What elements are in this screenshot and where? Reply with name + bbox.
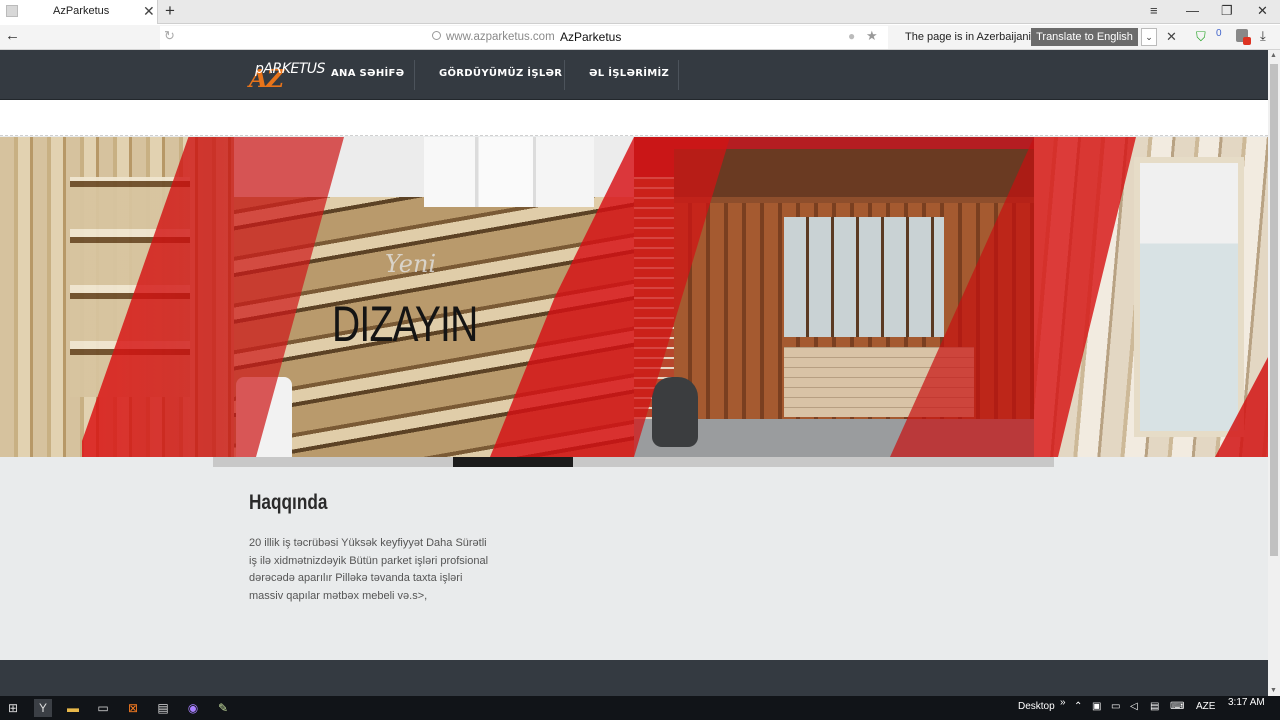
url-page-title: AzParketus	[560, 30, 622, 44]
keyboard-icon[interactable]: ⌨	[1170, 701, 1184, 712]
nav-item-handmade[interactable]: ƏL İŞLƏRİMİZ	[589, 50, 669, 100]
address-bar: ← ↻ www.azparketus.com AzParketus ● ★ Th…	[0, 25, 1280, 50]
translate-message: The page is in Azerbaijani	[905, 31, 1031, 43]
nav-item-home[interactable]: ANA SƏHİFƏ	[331, 50, 404, 100]
door-frame-shape	[1134, 157, 1244, 437]
footer-band	[0, 660, 1268, 696]
adblock-extension-icon[interactable]	[1236, 29, 1251, 45]
hero-slider[interactable]: Yeni DIZAYIN	[0, 137, 1268, 457]
translate-button[interactable]: Translate to English	[1031, 28, 1138, 46]
network-icon[interactable]: ▭	[1111, 701, 1120, 712]
slide-caption-title: DIZAYIN	[332, 296, 478, 352]
page-scrollbar[interactable]: ▲ ▼	[1268, 50, 1280, 696]
nav-divider	[678, 60, 679, 90]
browser-tabstrip: AzParketus ✕ + ≡ — ❐ ✕	[0, 0, 1280, 24]
translate-dropdown-icon[interactable]: ⌄	[1141, 28, 1157, 46]
app-window-icon[interactable]: ▤	[154, 699, 172, 717]
scroll-thumb[interactable]	[1270, 64, 1278, 556]
toolbar-chevron-icon[interactable]: »	[1060, 697, 1066, 708]
reload-icon[interactable]: ↻	[164, 28, 175, 44]
tab-title: AzParketus	[53, 5, 110, 17]
site-navbar: AZ pARKETUS ANA SƏHİFƏ GÖRDÜYÜMÜZ İŞLƏR …	[0, 50, 1268, 100]
translate-close-icon[interactable]: ✕	[1166, 29, 1177, 45]
url-field[interactable]: ↻ www.azparketus.com AzParketus ● ★	[160, 26, 888, 49]
scroll-down-icon[interactable]: ▼	[1270, 687, 1277, 694]
download-icon[interactable]: ⤓	[1260, 28, 1266, 44]
glass-shape	[784, 217, 944, 337]
taskbar: ⊞ Y ▬ ▭ ⊠ ▤ ◉ ✎ Desktop » ⌃ ▣ ▭ ◁ ▤ ⌨ AZ…	[0, 696, 1280, 720]
tool-app-icon[interactable]: ✎	[214, 699, 232, 717]
maximize-button[interactable]: ❐	[1221, 3, 1233, 19]
window-shape	[424, 137, 594, 207]
scroll-up-icon[interactable]: ▲	[1270, 52, 1277, 59]
slide-caption-script: Yeni	[385, 250, 437, 278]
file-explorer-icon[interactable]: ▬	[64, 699, 82, 717]
browser-menu-icon[interactable]: ≡	[1150, 3, 1158, 18]
nav-item-works[interactable]: GÖRDÜYÜMÜZ İŞLƏR	[439, 50, 562, 100]
slide-image-door	[1034, 137, 1268, 457]
nav-divider	[564, 60, 565, 90]
back-button[interactable]: ←	[5, 27, 20, 44]
about-title: Haqqında	[249, 491, 328, 514]
bulb-icon[interactable]: ●	[848, 29, 855, 43]
url-domain: www.azparketus.com	[446, 31, 555, 43]
close-window-button[interactable]: ✕	[1257, 3, 1268, 19]
minimize-button[interactable]: —	[1186, 3, 1199, 18]
logo-small-text: pARKETUS	[255, 61, 325, 77]
slide-image-ceiling	[0, 137, 234, 457]
vase-shape	[652, 377, 698, 447]
browser-tab[interactable]: AzParketus ✕	[0, 0, 158, 24]
bucket-shape	[236, 377, 292, 457]
desktop-toolbar-label[interactable]: Desktop	[1018, 701, 1055, 712]
yandex-browser-icon[interactable]: Y	[34, 699, 52, 717]
extension-badge-icon	[1243, 37, 1251, 45]
favicon-icon	[6, 5, 18, 17]
site-logo[interactable]: AZ pARKETUS	[249, 60, 325, 93]
header-spacer	[0, 100, 1268, 136]
tray-overflow-icon[interactable]: ⌃	[1074, 701, 1082, 712]
site-info-icon[interactable]	[432, 31, 441, 40]
notification-icon[interactable]: ▤	[1150, 701, 1159, 712]
new-tab-button[interactable]: +	[165, 2, 175, 20]
slide-image-terrace	[634, 137, 1034, 457]
tray-app-icon[interactable]: ▣	[1092, 701, 1101, 712]
xampp-icon[interactable]: ⊠	[124, 699, 142, 717]
record-app-icon[interactable]: ◉	[184, 699, 202, 717]
slider-progress-fill	[453, 457, 574, 467]
nav-divider	[414, 60, 415, 90]
input-language[interactable]: AZE	[1196, 701, 1215, 712]
page-viewport: AZ pARKETUS ANA SƏHİFƏ GÖRDÜYÜMÜZ İŞLƏR …	[0, 50, 1268, 696]
about-text: 20 illik iş təcrübəsi Yüksək keyfiyyət D…	[249, 537, 489, 602]
command-prompt-icon[interactable]: ▭	[94, 699, 112, 717]
slider-progress-track[interactable]	[213, 457, 1054, 467]
volume-icon[interactable]: ◁	[1130, 701, 1138, 712]
shield-extension-icon[interactable]: ⛉	[1196, 29, 1206, 45]
bricks-shape	[784, 347, 974, 417]
tab-close-icon[interactable]: ✕	[143, 3, 155, 19]
windows-start-icon[interactable]: ⊞	[4, 699, 22, 717]
extension-badge[interactable]: 0	[1216, 28, 1222, 39]
clock-time[interactable]: 3:17 AM	[1228, 697, 1265, 708]
bookmark-star-icon[interactable]: ★	[866, 28, 878, 44]
